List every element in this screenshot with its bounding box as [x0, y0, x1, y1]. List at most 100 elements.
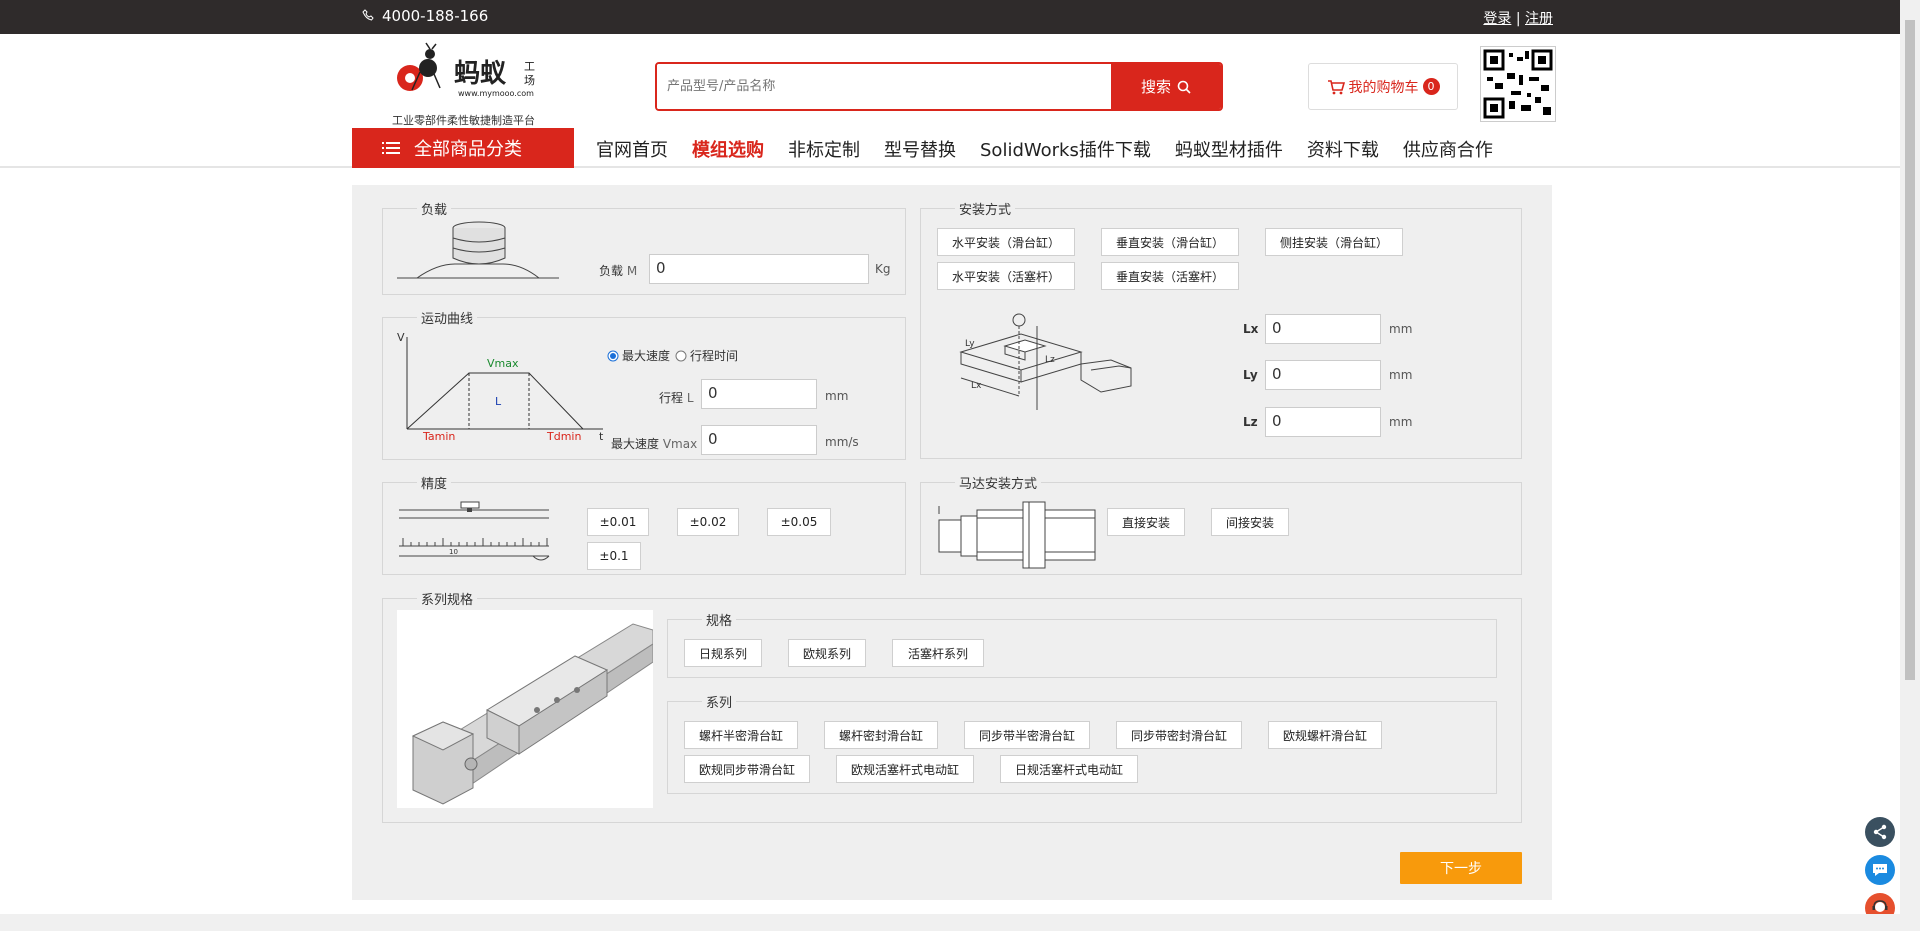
- logo-url: www.mymooo.com: [458, 89, 534, 98]
- series-option-4[interactable]: 欧规螺杆滑台缸: [1268, 721, 1382, 749]
- mount-vertical-rod[interactable]: 垂直安装（活塞杆）: [1101, 262, 1239, 290]
- precision-scale-icon: 10: [399, 501, 550, 561]
- horizontal-scrollbar[interactable]: [0, 914, 1900, 931]
- series-option-3[interactable]: 同步带密封滑台缸: [1116, 721, 1242, 749]
- site-header: 蚂蚁 工 场 www.mymooo.com 工业零部件柔性敏捷制造平台 搜索 我…: [0, 34, 1920, 128]
- all-categories-button[interactable]: 全部商品分类: [352, 128, 574, 168]
- motion-curve-legend: 运动曲线: [421, 312, 474, 327]
- ant-logo-icon: 蚂蚁 工 场 www.mymooo.com: [397, 42, 535, 98]
- mount-horizontal-slide[interactable]: 水平安装（滑台缸）: [937, 228, 1075, 256]
- nav-link-supplier[interactable]: 供应商合作: [1403, 136, 1493, 162]
- max-speed-input[interactable]: 0: [701, 425, 817, 455]
- stroke-input[interactable]: 0: [701, 379, 817, 409]
- lz-input[interactable]: 0: [1265, 407, 1381, 437]
- load-weight-icon: [397, 221, 559, 279]
- module-selector-panel: 负载 负载 M 0 Kg 安装方式 水平安装（滑台缸） 垂直安装（滑台缸） 侧挂…: [352, 185, 1552, 900]
- lx-label: Lx: [1243, 322, 1259, 336]
- nav-links: 官网首页 模组选购 非标定制 型号替换 SolidWorks插件下载 蚂蚁型材插…: [596, 136, 1517, 162]
- next-step-button[interactable]: 下一步: [1400, 852, 1522, 884]
- precision-section: 精度 10 ±0.01 ±0.02 ±0.05 ±0.1: [382, 473, 906, 575]
- chat-button[interactable]: [1865, 855, 1895, 885]
- ly-label: Ly: [1243, 368, 1258, 382]
- motor-indirect-mount[interactable]: 间接安装: [1211, 508, 1289, 536]
- lz-label: Lz: [1243, 415, 1258, 429]
- nav-link-solidworks[interactable]: SolidWorks插件下载: [980, 136, 1151, 162]
- phone-icon: [362, 7, 374, 25]
- spec-subsection: 规格 日规系列 欧规系列 活塞杆系列: [667, 610, 1497, 678]
- lx-input[interactable]: 0: [1265, 314, 1381, 344]
- spec-option-jis[interactable]: 日规系列: [684, 639, 762, 667]
- site-logo[interactable]: 蚂蚁 工 场 www.mymooo.com 工业零部件柔性敏捷制造平台: [390, 42, 550, 127]
- nav-link-module-selection[interactable]: 模组选购: [692, 136, 764, 162]
- mount-side-slide[interactable]: 侧挂安装（滑台缸）: [1265, 228, 1403, 256]
- main-nav: 全部商品分类 官网首页 模组选购 非标定制 型号替换 SolidWorks插件下…: [0, 128, 1920, 168]
- load-label: 负载 M: [599, 264, 638, 278]
- radio-checked-icon: [607, 350, 619, 361]
- scrollbar-thumb[interactable]: [1905, 20, 1915, 680]
- series-option-2[interactable]: 同步带半密滑台缸: [964, 721, 1090, 749]
- logo-tagline: 工业零部件柔性敏捷制造平台: [392, 114, 535, 127]
- series-option-1[interactable]: 螺杆密封滑台缸: [824, 721, 938, 749]
- series-option-0[interactable]: 螺杆半密滑台缸: [684, 721, 798, 749]
- lz-unit: mm: [1389, 415, 1413, 429]
- graph-t-label: t: [599, 430, 604, 441]
- load-legend: 负载: [421, 203, 448, 218]
- svg-text:场: 场: [524, 73, 535, 87]
- graph-tamin-label: Tamin: [422, 430, 455, 441]
- graph-l-label: L: [495, 395, 502, 408]
- precision-option-0-02[interactable]: ±0.02: [677, 508, 739, 536]
- search-button-label: 搜索: [1140, 78, 1171, 96]
- nav-link-profile-plugin[interactable]: 蚂蚁型材插件: [1175, 136, 1283, 162]
- series-option-5[interactable]: 欧规同步带滑台缸: [684, 755, 810, 783]
- graph-vmax-label: Vmax: [487, 357, 519, 370]
- cart-icon: [1327, 79, 1345, 94]
- cart-button[interactable]: 我的购物车 0: [1308, 63, 1458, 110]
- series-option-6[interactable]: 欧规活塞杆式电动缸: [836, 755, 974, 783]
- qr-code-icon: [1483, 49, 1553, 119]
- graph-tdmin-label: Tdmin: [546, 430, 581, 441]
- nav-link-model-replace[interactable]: 型号替换: [884, 136, 956, 162]
- load-section: 负载 负载 M 0 Kg: [382, 199, 906, 295]
- precision-option-0-1[interactable]: ±0.1: [587, 542, 641, 570]
- ly-input[interactable]: 0: [1265, 360, 1381, 390]
- register-link[interactable]: 注册: [1525, 11, 1553, 27]
- max-speed-unit: mm/s: [825, 435, 859, 449]
- motor-mount-section: 马达安装方式 直接安装 间接安装: [920, 473, 1522, 575]
- search-bar: 搜索: [655, 62, 1223, 111]
- cart-label: 我的购物车: [1348, 79, 1419, 96]
- chat-bubble-icon: [1873, 864, 1887, 876]
- search-button[interactable]: 搜索: [1111, 64, 1221, 109]
- series-spec-section: 系列规格 规格 日规系列 欧规系列 活塞杆系列 系列 螺杆半密滑台缸 螺杆密封滑…: [382, 589, 1522, 823]
- motor-mount-legend: 马达安装方式: [959, 477, 1038, 492]
- nav-link-home[interactable]: 官网首页: [596, 136, 668, 162]
- spec-option-euro[interactable]: 欧规系列: [788, 639, 866, 667]
- diagram-lx-label: Lx: [971, 381, 982, 391]
- diagram-lz-label: Lz: [1045, 355, 1055, 365]
- stroke-unit: mm: [825, 389, 849, 403]
- login-link[interactable]: 登录: [1483, 11, 1511, 27]
- mount-section: 安装方式 水平安装（滑台缸） 垂直安装（滑台缸） 侧挂安装（滑台缸） 水平安装（…: [920, 199, 1522, 459]
- mount-horizontal-rod[interactable]: 水平安装（活塞杆）: [937, 262, 1075, 290]
- search-input[interactable]: [657, 64, 1111, 109]
- precision-legend: 精度: [421, 477, 448, 492]
- spec-option-piston-rod[interactable]: 活塞杆系列: [892, 639, 984, 667]
- radio-stroke-time[interactable]: 行程时间: [675, 347, 738, 364]
- vertical-scrollbar[interactable]: [1900, 0, 1920, 931]
- mount-vertical-slide[interactable]: 垂直安装（滑台缸）: [1101, 228, 1239, 256]
- nav-link-custom[interactable]: 非标定制: [788, 136, 860, 162]
- motor-actuator-icon: [938, 501, 1096, 569]
- precision-option-0-01[interactable]: ±0.01: [587, 508, 649, 536]
- share-button[interactable]: [1865, 817, 1895, 847]
- nav-link-downloads[interactable]: 资料下载: [1307, 136, 1379, 162]
- lx-unit: mm: [1389, 322, 1413, 336]
- top-bar: 4000-188-166 登录 | 注册: [0, 0, 1920, 34]
- series-option-7[interactable]: 日规活塞杆式电动缸: [1000, 755, 1138, 783]
- load-input[interactable]: 0: [649, 254, 869, 284]
- motor-direct-mount[interactable]: 直接安装: [1107, 508, 1185, 536]
- series-legend: 系列: [706, 696, 733, 711]
- precision-option-0-05[interactable]: ±0.05: [767, 508, 831, 536]
- radio-max-speed[interactable]: 最大速度: [607, 347, 670, 364]
- mount-offset-diagram: Lx Ly Lz: [959, 313, 1132, 410]
- velocity-profile-graph: V Vmax L Tamin Tdmin t: [397, 331, 604, 441]
- auth-links: 登录 | 注册: [1483, 8, 1553, 28]
